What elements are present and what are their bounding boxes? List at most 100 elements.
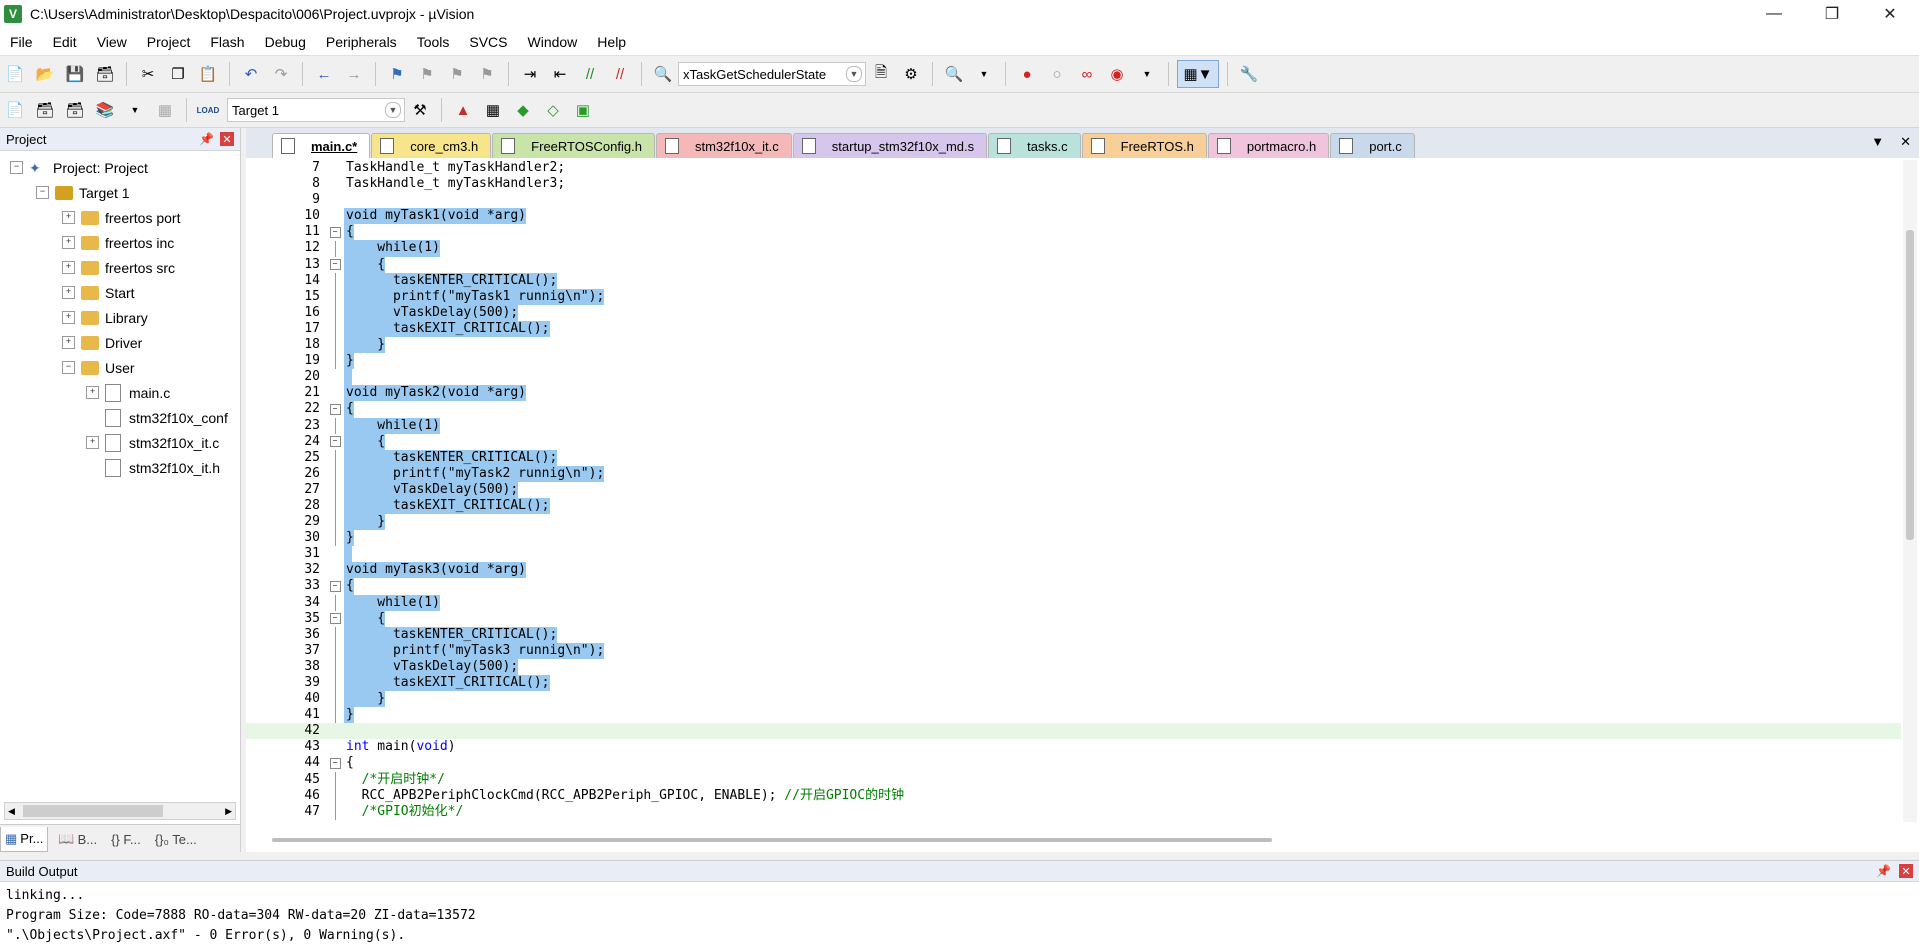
code-line[interactable]: 19} <box>246 353 1901 370</box>
disable-breakpoint-icon[interactable]: ○ <box>1044 61 1070 87</box>
pin-icon[interactable]: 📌 <box>199 132 214 146</box>
code-line[interactable]: 42 <box>246 723 1901 740</box>
fold-margin[interactable]: − <box>326 434 344 450</box>
expand-icon[interactable]: + <box>62 236 75 249</box>
code-line[interactable]: 40 } <box>246 691 1901 708</box>
code-line[interactable]: 13− { <box>246 256 1901 273</box>
run-time-environment-icon[interactable]: ▣ <box>570 97 596 123</box>
fold-collapse-icon[interactable]: − <box>329 226 341 238</box>
minimize-button[interactable]: — <box>1745 0 1803 28</box>
fold-collapse-icon[interactable]: − <box>329 613 341 625</box>
code-line[interactable]: 14 taskENTER_CRITICAL(); <box>246 272 1901 289</box>
uncomment-icon[interactable]: // <box>607 61 633 87</box>
code-line[interactable]: 24− { <box>246 433 1901 450</box>
tab-functions[interactable]: {} F... <box>107 827 145 851</box>
editor-vscrollbar[interactable] <box>1903 160 1917 822</box>
editor-tab[interactable]: stm32f10x_it.c <box>655 133 792 158</box>
save-all-icon[interactable]: 🗃 <box>92 61 118 87</box>
find-in-files-icon[interactable]: 🔍 <box>650 61 676 87</box>
code-line[interactable]: 12 while(1) <box>246 240 1901 257</box>
save-icon[interactable]: 💾 <box>62 61 88 87</box>
code-line[interactable]: 21 void myTask2(void *arg) <box>246 385 1901 402</box>
menu-flash[interactable]: Flash <box>200 34 254 50</box>
open-file-icon[interactable]: 📂 <box>32 61 58 87</box>
scroll-thumb[interactable] <box>272 838 1272 842</box>
debug-session-icon[interactable]: 🔍 <box>941 61 967 87</box>
code-line[interactable]: 31 <box>246 546 1901 563</box>
code-line[interactable]: 38 vTaskDelay(500); <box>246 658 1901 675</box>
code-line[interactable]: 45 /*开启时钟*/ <box>246 772 1901 788</box>
chevron-down-icon[interactable]: ▼ <box>846 66 862 82</box>
clear-bookmarks-icon[interactable]: ⚑ <box>474 61 500 87</box>
menu-window[interactable]: Window <box>518 34 588 50</box>
tree-node-freertos-inc[interactable]: + freertos inc <box>0 230 240 255</box>
tree-node-main-c[interactable]: + main.c <box>0 380 240 405</box>
code-line[interactable]: 32 void myTask3(void *arg) <box>246 562 1901 579</box>
navigate-back-icon[interactable]: ← <box>311 61 337 87</box>
file-extensions-icon[interactable]: ▲ <box>450 97 476 123</box>
code-line[interactable]: 30} <box>246 530 1901 547</box>
fold-collapse-icon[interactable]: − <box>329 403 341 415</box>
editor-hscrollbar[interactable] <box>272 835 1508 843</box>
dropdown-arrow-icon[interactable]: ▼ <box>971 61 997 87</box>
comment-icon[interactable]: // <box>577 61 603 87</box>
window-layout-icon[interactable]: ▦▼ <box>1177 60 1219 88</box>
tab-books[interactable]: 📖 B... <box>54 827 101 851</box>
expand-icon[interactable]: + <box>62 311 75 324</box>
code-line[interactable]: 9 <box>246 192 1901 208</box>
menu-tools[interactable]: Tools <box>407 34 460 50</box>
copy-icon[interactable]: ❐ <box>165 61 191 87</box>
manage-components-icon[interactable]: ▦ <box>480 97 506 123</box>
scroll-right-icon[interactable]: ▶ <box>225 806 235 817</box>
breakpoint-icon[interactable]: ● <box>1014 61 1040 87</box>
editor-tab[interactable]: FreeRTOS.h <box>1081 133 1207 158</box>
code-line[interactable]: 46 RCC_APB2PeriphClockCmd(RCC_APB2Periph… <box>246 788 1901 804</box>
editor-tab[interactable]: main.c* <box>272 133 371 158</box>
rebuild-icon[interactable]: 🗃 <box>62 97 88 123</box>
select-packs-icon[interactable]: ◆ <box>510 97 536 123</box>
tree-node-project[interactable]: − ✦ Project: Project <box>0 155 240 180</box>
expand-icon[interactable]: + <box>62 211 75 224</box>
tab-list-icon[interactable]: ▼ <box>1871 134 1884 150</box>
code-line[interactable]: 37 printf("myTask3 runnig\n"); <box>246 642 1901 659</box>
collapse-icon[interactable]: − <box>10 161 23 174</box>
editor-tab[interactable]: tasks.c <box>988 133 1081 158</box>
menu-help[interactable]: Help <box>587 34 636 50</box>
pin-icon[interactable]: 📌 <box>1876 864 1891 878</box>
code-line[interactable]: 16 vTaskDelay(500); <box>246 304 1901 321</box>
code-line[interactable]: 33−{ <box>246 578 1901 595</box>
code-line[interactable]: 44−{ <box>246 755 1901 771</box>
paste-icon[interactable]: 📋 <box>195 61 221 87</box>
restore-button[interactable]: ❐ <box>1803 0 1861 28</box>
tree-node-stm32f10x-it-c[interactable]: + stm32f10x_it.c <box>0 430 240 455</box>
fold-collapse-icon[interactable]: − <box>329 259 341 271</box>
tree-node-freertos-src[interactable]: + freertos src <box>0 255 240 280</box>
editor-tab[interactable]: port.c <box>1330 133 1415 158</box>
debug-settings-icon[interactable]: ⚙ <box>898 61 924 87</box>
menu-peripherals[interactable]: Peripherals <box>316 34 407 50</box>
menu-project[interactable]: Project <box>137 34 201 50</box>
kill-all-breakpoints-icon[interactable]: ◉ <box>1104 61 1130 87</box>
tree-node-target[interactable]: − Target 1 <box>0 180 240 205</box>
collapse-icon[interactable]: − <box>36 186 49 199</box>
tree-node-start[interactable]: + Start <box>0 280 240 305</box>
disable-all-breakpoints-icon[interactable]: ∞ <box>1074 61 1100 87</box>
download-icon[interactable]: LOAD <box>195 97 221 123</box>
build-icon[interactable]: 🗃 <box>32 97 58 123</box>
code-line[interactable]: 17 taskEXIT_CRITICAL(); <box>246 320 1901 338</box>
menu-svcs[interactable]: SVCS <box>459 34 517 50</box>
code-line[interactable]: 20 <box>246 369 1901 386</box>
scroll-thumb[interactable] <box>1906 230 1914 540</box>
code-line[interactable]: 23 while(1) <box>246 417 1901 434</box>
editor-tab[interactable]: startup_stm32f10x_md.s <box>792 133 988 158</box>
menu-debug[interactable]: Debug <box>255 34 316 50</box>
tree-node-driver[interactable]: + Driver <box>0 330 240 355</box>
redo-icon[interactable]: ↷ <box>268 61 294 87</box>
unindent-icon[interactable]: ⇤ <box>547 61 573 87</box>
navigate-forward-icon[interactable]: → <box>341 61 367 87</box>
prev-bookmark-icon[interactable]: ⚑ <box>414 61 440 87</box>
expand-icon[interactable]: + <box>62 336 75 349</box>
scroll-thumb[interactable] <box>23 805 163 817</box>
code-line[interactable]: 8 TaskHandle_t myTaskHandler3; <box>246 176 1901 192</box>
scroll-left-icon[interactable]: ◀ <box>5 806 15 817</box>
